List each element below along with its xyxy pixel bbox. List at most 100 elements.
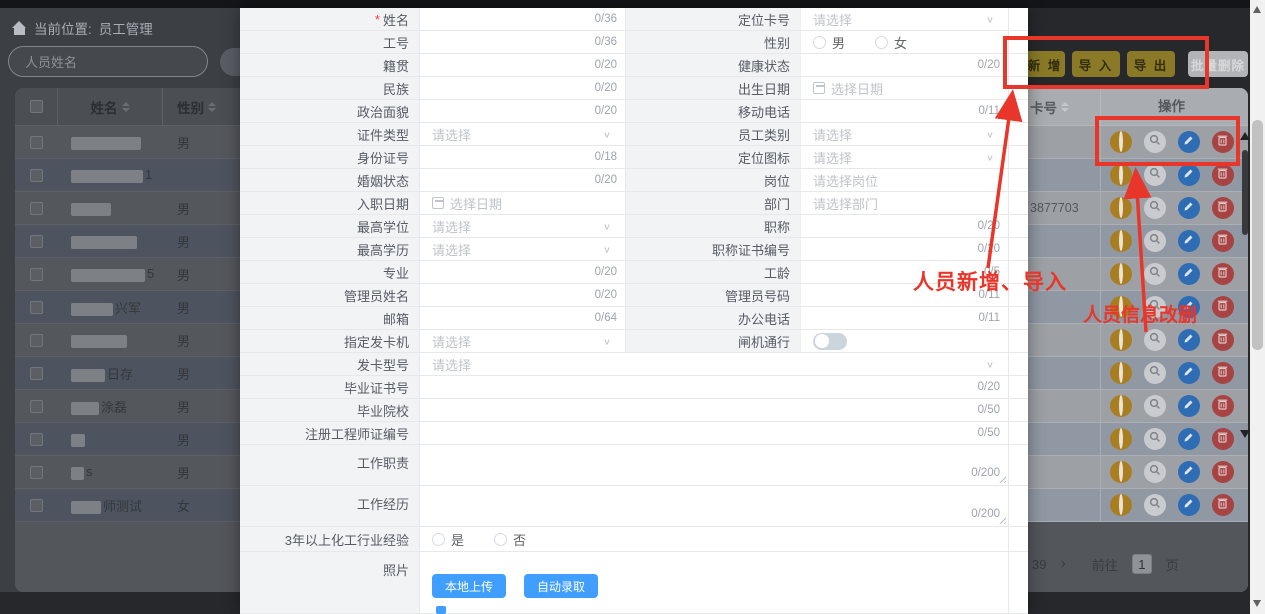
- left-select[interactable]: 请选择∨: [420, 238, 625, 260]
- left-text-input[interactable]: 0/50: [420, 422, 1008, 444]
- left-text-input[interactable]: 0/20: [420, 376, 1008, 398]
- edit-button[interactable]: [1178, 362, 1200, 384]
- radio-option[interactable]: 是: [432, 530, 464, 549]
- locate-button[interactable]: [1110, 461, 1132, 483]
- view-button[interactable]: [1144, 131, 1166, 153]
- delete-button[interactable]: [1212, 131, 1234, 153]
- row-checkbox[interactable]: [30, 268, 43, 281]
- right-text-input[interactable]: 0/11: [800, 307, 1008, 329]
- browser-scrollbar-thumb[interactable]: [1252, 120, 1263, 350]
- delete-button[interactable]: [1212, 362, 1234, 384]
- view-button[interactable]: [1144, 362, 1166, 384]
- view-button[interactable]: [1144, 329, 1166, 351]
- view-button[interactable]: [1144, 428, 1166, 450]
- delete-button[interactable]: [1212, 230, 1234, 252]
- row-checkbox[interactable]: [30, 499, 43, 512]
- right-select[interactable]: 请选择∨: [800, 123, 1008, 145]
- locate-button[interactable]: [1110, 296, 1132, 318]
- row-checkbox[interactable]: [30, 136, 43, 149]
- locate-button[interactable]: [1110, 428, 1132, 450]
- row-checkbox[interactable]: [30, 433, 43, 446]
- browser-scrollbar[interactable]: [1250, 0, 1265, 614]
- right-text-input[interactable]: 0/11: [800, 100, 1008, 122]
- left-text-input[interactable]: 0/18: [420, 146, 625, 168]
- right-text-input[interactable]: 0/5: [800, 261, 1008, 283]
- right-select[interactable]: 请选择部门: [800, 192, 1008, 214]
- local-upload-button[interactable]: 本地上传: [432, 574, 506, 598]
- left-text-input[interactable]: 0/20: [420, 284, 625, 306]
- delete-button[interactable]: [1212, 296, 1234, 318]
- locate-button[interactable]: [1110, 230, 1132, 252]
- import-button[interactable]: 导 入: [1072, 51, 1120, 77]
- delete-button[interactable]: [1212, 494, 1234, 516]
- locate-button[interactable]: [1110, 131, 1132, 153]
- row-checkbox[interactable]: [30, 301, 43, 314]
- scrollbar-down-icon[interactable]: [1253, 600, 1261, 607]
- locate-button[interactable]: [1110, 494, 1132, 516]
- work-textarea[interactable]: 0/200: [420, 445, 1008, 485]
- batch-delete-button[interactable]: 批量删除: [1188, 51, 1248, 77]
- left-text-input[interactable]: 0/36: [420, 31, 625, 53]
- view-button[interactable]: [1144, 395, 1166, 417]
- left-text-input[interactable]: 0/50: [420, 399, 1008, 421]
- view-button[interactable]: [1144, 197, 1166, 219]
- delete-button[interactable]: [1212, 197, 1234, 219]
- left-select[interactable]: 请选择∨: [420, 123, 625, 145]
- left-text-input[interactable]: 0/20: [420, 54, 625, 76]
- right-text-input[interactable]: 0/20: [800, 54, 1008, 76]
- export-button[interactable]: 导 出: [1127, 51, 1175, 77]
- left-select[interactable]: 请选择∨: [420, 215, 625, 237]
- row-checkbox[interactable]: [30, 367, 43, 380]
- view-button[interactable]: [1144, 263, 1166, 285]
- search-input[interactable]: 人员姓名: [8, 46, 208, 77]
- work-textarea[interactable]: 0/200: [420, 486, 1008, 526]
- left-select[interactable]: 请选择∨: [420, 330, 625, 352]
- row-checkbox[interactable]: [30, 202, 43, 215]
- delete-button[interactable]: [1212, 428, 1234, 450]
- edit-button[interactable]: [1178, 131, 1200, 153]
- column-header-name[interactable]: 姓名: [57, 88, 162, 125]
- next-page-icon[interactable]: ›: [1060, 555, 1065, 573]
- edit-button[interactable]: [1178, 164, 1200, 186]
- radio-option[interactable]: 女: [875, 33, 907, 52]
- column-header-card[interactable]: 卡号: [1028, 97, 1100, 117]
- right-select[interactable]: 请选择岗位: [800, 169, 1008, 191]
- table-scrollbar[interactable]: [1241, 126, 1249, 446]
- left-date-picker[interactable]: 选择日期: [420, 192, 625, 214]
- view-button[interactable]: [1144, 296, 1166, 318]
- right-select[interactable]: 请选择∨: [800, 8, 1008, 30]
- gate-pass-toggle[interactable]: [813, 333, 847, 350]
- left-text-input[interactable]: 0/64: [420, 307, 625, 329]
- radio-option[interactable]: 男: [813, 33, 845, 52]
- right-date-picker[interactable]: 选择日期: [800, 77, 1008, 99]
- row-checkbox[interactable]: [30, 169, 43, 182]
- left-text-input[interactable]: 0/20: [420, 169, 625, 191]
- edit-button[interactable]: [1178, 494, 1200, 516]
- goto-page-input[interactable]: 1: [1132, 554, 1152, 574]
- edit-button[interactable]: [1178, 230, 1200, 252]
- view-button[interactable]: [1144, 461, 1166, 483]
- locate-button[interactable]: [1110, 362, 1132, 384]
- left-text-input[interactable]: 0/20: [420, 100, 625, 122]
- scroll-up-icon[interactable]: [1240, 132, 1250, 140]
- locate-button[interactable]: [1110, 329, 1132, 351]
- edit-button[interactable]: [1178, 197, 1200, 219]
- auto-capture-button[interactable]: 自动录取: [524, 574, 598, 598]
- left-text-input[interactable]: 0/20: [420, 77, 625, 99]
- locate-button[interactable]: [1110, 164, 1132, 186]
- locate-button[interactable]: [1110, 395, 1132, 417]
- left-text-input[interactable]: 0/20: [420, 261, 625, 283]
- column-header-gender[interactable]: 性别: [162, 88, 240, 125]
- edit-button[interactable]: [1178, 461, 1200, 483]
- left-select[interactable]: 请选择∨: [420, 353, 1008, 375]
- right-text-input[interactable]: 0/20: [800, 215, 1008, 237]
- radio-option[interactable]: 否: [494, 530, 526, 549]
- select-all-checkbox[interactable]: [30, 100, 43, 113]
- left-text-input[interactable]: 0/36: [420, 8, 625, 30]
- edit-button[interactable]: [1178, 296, 1200, 318]
- locate-button[interactable]: [1110, 197, 1132, 219]
- page-number[interactable]: 39: [1032, 557, 1046, 572]
- view-button[interactable]: [1144, 494, 1166, 516]
- row-checkbox[interactable]: [30, 466, 43, 479]
- right-text-input[interactable]: 0/20: [800, 238, 1008, 260]
